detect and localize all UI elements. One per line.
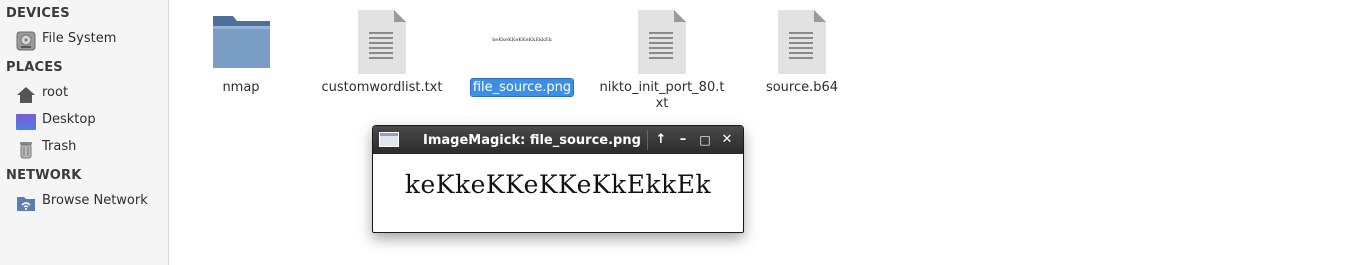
thumbnail-text: keKkeKKeKKeKkEkkEk [492, 37, 552, 43]
sidebar-item-file-system[interactable]: File System [0, 27, 168, 53]
file-name: nikto_init_port_80.t xt [599, 80, 725, 111]
text-file-icon [638, 10, 686, 74]
sidebar-item-trash[interactable]: Trash [0, 135, 168, 161]
file-name: source.b64 [765, 80, 839, 95]
window-titlebar[interactable]: ImageMagick: file_source.png ↑ – □ ✕ [373, 126, 743, 154]
network-icon [17, 197, 35, 211]
sidebar-item-label: Browse Network [42, 193, 148, 208]
sidebar: DEVICES File System PLACES root Desktop [0, 0, 169, 265]
file-name: nmap [222, 80, 260, 95]
sidebar-item-label: Desktop [42, 112, 96, 127]
sidebar-item-label: File System [42, 31, 117, 46]
window-title: ImageMagick: file_source.png [423, 133, 641, 148]
section-devices: DEVICES [6, 6, 70, 21]
file-view: nmap customwordlist.txt keKkeKKeKKeKkEkk… [169, 0, 1361, 265]
trash-icon [20, 142, 32, 159]
maximize-button[interactable]: □ [696, 131, 714, 149]
image-content-text: keKkeKKeKKeKkEkkEk [404, 170, 712, 199]
section-network: NETWORK [6, 168, 82, 183]
drive-icon [16, 31, 36, 51]
section-places: PLACES [6, 60, 63, 75]
folder-icon [213, 16, 270, 68]
titlebar-divider [647, 130, 648, 150]
sidebar-item-label: Trash [42, 139, 77, 154]
file-name-selected: file_source.png [469, 78, 575, 97]
desktop-icon [16, 114, 36, 130]
sidebar-item-desktop[interactable]: Desktop [0, 108, 168, 134]
imagemagick-window: ImageMagick: file_source.png ↑ – □ ✕ keK… [372, 125, 744, 233]
sidebar-item-root[interactable]: root [0, 81, 168, 107]
text-file-icon [358, 10, 406, 74]
file-name: customwordlist.txt [321, 80, 443, 95]
image-thumbnail: keKkeKKeKKeKkEkkEk [452, 37, 592, 47]
minimize-button[interactable]: – [674, 131, 692, 149]
sidebar-item-label: root [42, 85, 69, 100]
sidebar-item-browse-network[interactable]: Browse Network [0, 189, 168, 215]
text-file-icon [778, 10, 826, 74]
home-icon [17, 87, 35, 103]
close-button[interactable]: ✕ [718, 131, 736, 149]
app-window-icon[interactable] [379, 132, 399, 147]
raise-button[interactable]: ↑ [652, 131, 670, 149]
